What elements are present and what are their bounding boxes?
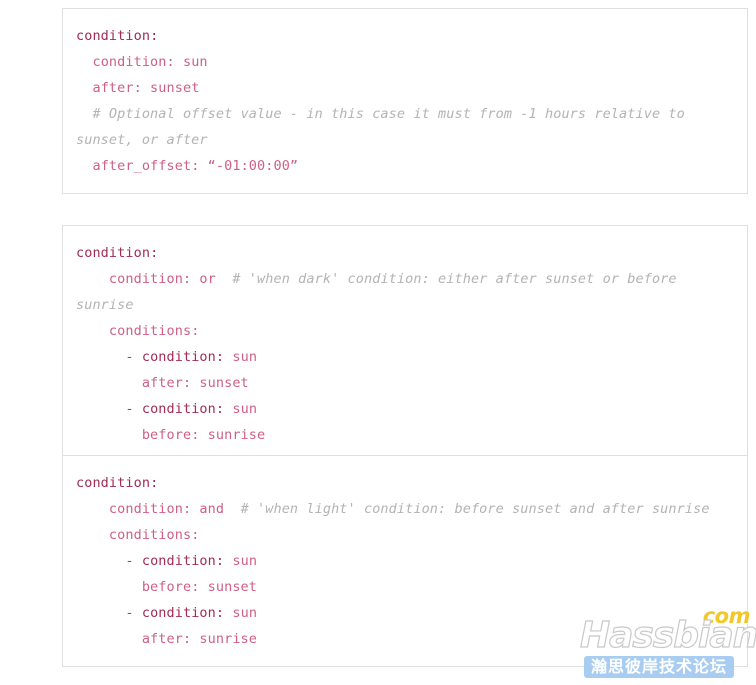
code-line: condition: and # 'when light' condition:… xyxy=(76,501,710,517)
code-block-2: condition: condition: or # 'when dark' c… xyxy=(62,225,748,463)
code-block-3: condition: condition: and # 'when light'… xyxy=(62,455,748,667)
code-line: condition: xyxy=(76,475,159,491)
code-line: condition: xyxy=(76,28,159,44)
code-line: condition: or # 'when dark' condition: e… xyxy=(76,271,685,313)
code-line: conditions: xyxy=(76,323,200,339)
code-line: after: sunset xyxy=(76,375,249,391)
code-line: before: sunset xyxy=(76,579,258,595)
code-block-1: condition: condition: sun after: sunset … xyxy=(62,8,748,194)
code-line: - condition: sun xyxy=(76,605,258,621)
code-line: - condition: sun xyxy=(76,401,258,417)
code-line: conditions: xyxy=(76,527,200,543)
code-line: - condition: sun xyxy=(76,553,258,569)
code-line: after: sunset xyxy=(76,80,200,96)
code-line: before: sunrise xyxy=(76,427,266,443)
code-line: after: sunrise xyxy=(76,631,258,647)
code-line: condition: xyxy=(76,245,159,261)
code-line: after_offset: “-01:00:00” xyxy=(76,158,299,174)
code-line: condition: sun xyxy=(76,54,208,70)
code-line: - condition: sun xyxy=(76,349,258,365)
page-root: condition: condition: sun after: sunset … xyxy=(0,0,756,685)
code-line: # Optional offset value - in this case i… xyxy=(76,106,694,148)
